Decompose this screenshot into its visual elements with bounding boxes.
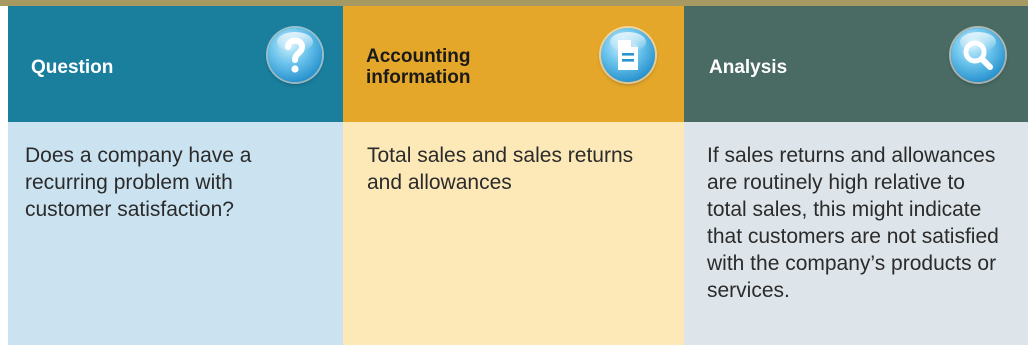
analysis-header-title: Analysis	[709, 56, 788, 78]
accounting-information-body: Total sales and sales returns and allowa…	[343, 122, 684, 345]
analysis-header: Analysis	[684, 6, 1028, 122]
accounting-information-header: Accounting information	[343, 6, 684, 122]
question-body: Does a company have a recurring problem …	[8, 122, 343, 345]
question-header-title: Question	[31, 56, 114, 78]
question-header: Question	[8, 6, 343, 122]
question-mark-icon	[268, 28, 322, 82]
magnifier-icon	[951, 28, 1005, 82]
document-icon	[601, 28, 655, 82]
accounting-information-header-title: Accounting information	[366, 46, 471, 88]
analysis-body: If sales returns and allowances are rout…	[684, 122, 1028, 345]
decision-toolkit-table: Question Does a company have a recurring…	[8, 6, 1028, 345]
